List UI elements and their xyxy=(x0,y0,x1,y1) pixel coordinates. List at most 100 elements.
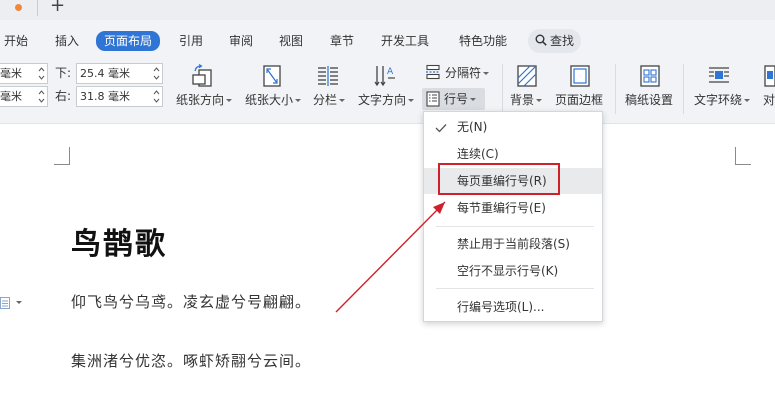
menu-tab-developer[interactable]: 开发工具 xyxy=(381,32,429,50)
spin-up-icon[interactable] xyxy=(38,89,45,96)
menu-bar: 开始 插入 页面布局 引用 审阅 视图 章节 开发工具 特色功能 查找 xyxy=(0,20,775,58)
menu-tab-features[interactable]: 特色功能 xyxy=(459,32,507,50)
text-wrap-label: 文字环绕 xyxy=(694,93,743,107)
right-margin-label: 右: xyxy=(55,89,72,103)
paper-size-label: 纸张大小 xyxy=(245,93,294,107)
search-label: 查找 xyxy=(550,34,575,48)
new-tab-button[interactable]: + xyxy=(50,0,65,16)
paper-size-button[interactable]: 纸张大小 xyxy=(245,92,302,108)
left-margin-value: 毫米 xyxy=(0,90,22,103)
paper-orientation-label: 纸张方向 xyxy=(176,93,225,107)
menu-item-label: 行编号选项(L)... xyxy=(457,300,545,314)
separator-icon[interactable] xyxy=(425,64,441,80)
align-icon[interactable] xyxy=(762,63,775,89)
left-margin-input[interactable]: 毫米 xyxy=(0,86,48,107)
bottom-margin-value: 25.4 毫米 xyxy=(80,67,130,80)
menu-item-label: 连续(C) xyxy=(457,147,499,161)
separator-label: 分隔符 xyxy=(445,66,482,80)
chevron-down-icon xyxy=(483,72,490,75)
text-direction-icon[interactable]: A xyxy=(373,63,399,89)
line-number-button[interactable]: 行号 xyxy=(422,88,485,110)
separator-button[interactable]: 分隔符 xyxy=(445,65,490,81)
columns-button[interactable]: 分栏 xyxy=(313,92,346,108)
menu-tab-page-layout[interactable]: 页面布局 xyxy=(96,31,161,51)
background-label: 背景 xyxy=(510,93,535,107)
ribbon-divider xyxy=(683,64,684,114)
paper-orientation-button[interactable]: 纸张方向 xyxy=(176,92,233,108)
chevron-down-icon xyxy=(408,99,415,102)
menu-item-restart-each-section[interactable]: 每节重编行号(E) xyxy=(424,196,602,220)
document-paragraph[interactable]: 仰飞鸟兮乌鸢。凌玄虚兮号翩翩。 xyxy=(71,291,311,312)
right-margin-value: 31.8 毫米 xyxy=(80,90,130,103)
menu-divider xyxy=(436,288,594,289)
text-wrap-icon[interactable] xyxy=(706,63,732,89)
menu-item-label: 空行不显示行号(K) xyxy=(457,264,559,278)
bottom-margin-input[interactable]: 25.4 毫米 xyxy=(76,63,163,84)
align-button[interactable]: 对 xyxy=(763,92,775,108)
document-page[interactable]: 鸟鹊歌 仰飞鸟兮乌鸢。凌玄虚兮号翩翩。 集洲渚兮优恣。啄虾矫翮兮云间。 xyxy=(0,125,775,402)
search-icon xyxy=(535,34,547,46)
line-number-label: 行号 xyxy=(444,92,469,106)
menu-tab-view[interactable]: 视图 xyxy=(279,32,303,50)
page-corner-mark xyxy=(54,147,70,165)
svg-text:A: A xyxy=(387,67,394,77)
paper-orientation-icon[interactable] xyxy=(190,63,216,89)
spin-down-icon[interactable] xyxy=(153,74,160,81)
spin-up-icon[interactable] xyxy=(38,66,45,73)
page-border-button[interactable]: 页面边框 xyxy=(555,92,603,108)
spin-down-icon[interactable] xyxy=(153,97,160,104)
columns-label: 分栏 xyxy=(313,93,338,107)
menu-item-label: 无(N) xyxy=(457,120,488,134)
ribbon-divider xyxy=(502,64,503,114)
ribbon: 开始 插入 页面布局 引用 审阅 视图 章节 开发工具 特色功能 查找 毫米 毫… xyxy=(0,20,775,124)
spin-down-icon[interactable] xyxy=(38,97,45,104)
document-title[interactable]: 鸟鹊歌 xyxy=(71,219,167,263)
manuscript-grid-icon[interactable] xyxy=(637,63,663,89)
menu-item-line-number-options[interactable]: 行编号选项(L)... xyxy=(424,295,602,319)
spin-up-icon[interactable] xyxy=(153,89,160,96)
document-tab-modified-dot[interactable] xyxy=(15,4,22,11)
menu-item-none[interactable]: 无(N) xyxy=(424,115,602,139)
page-border-icon[interactable] xyxy=(567,63,593,89)
menu-divider xyxy=(436,226,594,227)
columns-icon[interactable] xyxy=(315,63,341,89)
check-icon xyxy=(435,124,447,133)
line-number-dropdown: 无(N) 连续(C) 每页重编行号(R) 每节重编行号(E) 禁止用于当前段落(… xyxy=(423,111,603,322)
chevron-down-icon[interactable] xyxy=(16,301,22,304)
spin-down-icon[interactable] xyxy=(38,74,45,81)
paper-size-icon[interactable] xyxy=(259,63,285,89)
spin-up-icon[interactable] xyxy=(153,66,160,73)
page-corner-mark xyxy=(735,147,751,165)
bottom-margin-label: 下: xyxy=(55,66,72,80)
top-margin-value: 毫米 xyxy=(0,67,22,80)
menu-tab-chapter[interactable]: 章节 xyxy=(330,32,354,50)
text-direction-label: 文字方向 xyxy=(358,93,407,107)
chevron-down-icon xyxy=(339,99,346,102)
manuscript-button[interactable]: 稿纸设置 xyxy=(625,92,673,108)
chevron-down-icon xyxy=(536,99,543,102)
chevron-down-icon xyxy=(295,99,302,102)
menu-item-hide-blank-lines[interactable]: 空行不显示行号(K) xyxy=(424,259,602,283)
menu-tab-references[interactable]: 引用 xyxy=(179,32,203,50)
menu-tab-home[interactable]: 开始 xyxy=(4,32,28,50)
chevron-down-icon xyxy=(226,99,233,102)
line-number-icon xyxy=(426,91,440,107)
document-paragraph[interactable]: 集洲渚兮优恣。啄虾矫翮兮云间。 xyxy=(71,350,311,371)
menu-item-label: 每节重编行号(E) xyxy=(457,201,546,215)
background-button[interactable]: 背景 xyxy=(510,92,543,108)
menu-item-suppress-current-paragraph[interactable]: 禁止用于当前段落(S) xyxy=(424,232,602,256)
top-margin-input[interactable]: 毫米 xyxy=(0,63,48,84)
text-direction-button[interactable]: 文字方向 xyxy=(358,92,415,108)
menu-tab-insert[interactable]: 插入 xyxy=(55,32,79,50)
ribbon-divider xyxy=(615,64,616,114)
text-wrap-button[interactable]: 文字环绕 xyxy=(694,92,751,108)
search-button[interactable]: 查找 xyxy=(528,29,581,53)
chevron-down-icon xyxy=(744,99,751,102)
paragraph-layout-icon[interactable] xyxy=(0,297,10,309)
menu-item-label: 禁止用于当前段落(S) xyxy=(457,237,570,251)
line-number-label-wrap: 行号 xyxy=(444,91,477,107)
chevron-down-icon xyxy=(470,98,477,101)
right-margin-input[interactable]: 31.8 毫米 xyxy=(76,86,163,107)
menu-tab-review[interactable]: 审阅 xyxy=(229,32,253,50)
background-icon[interactable] xyxy=(514,63,540,89)
